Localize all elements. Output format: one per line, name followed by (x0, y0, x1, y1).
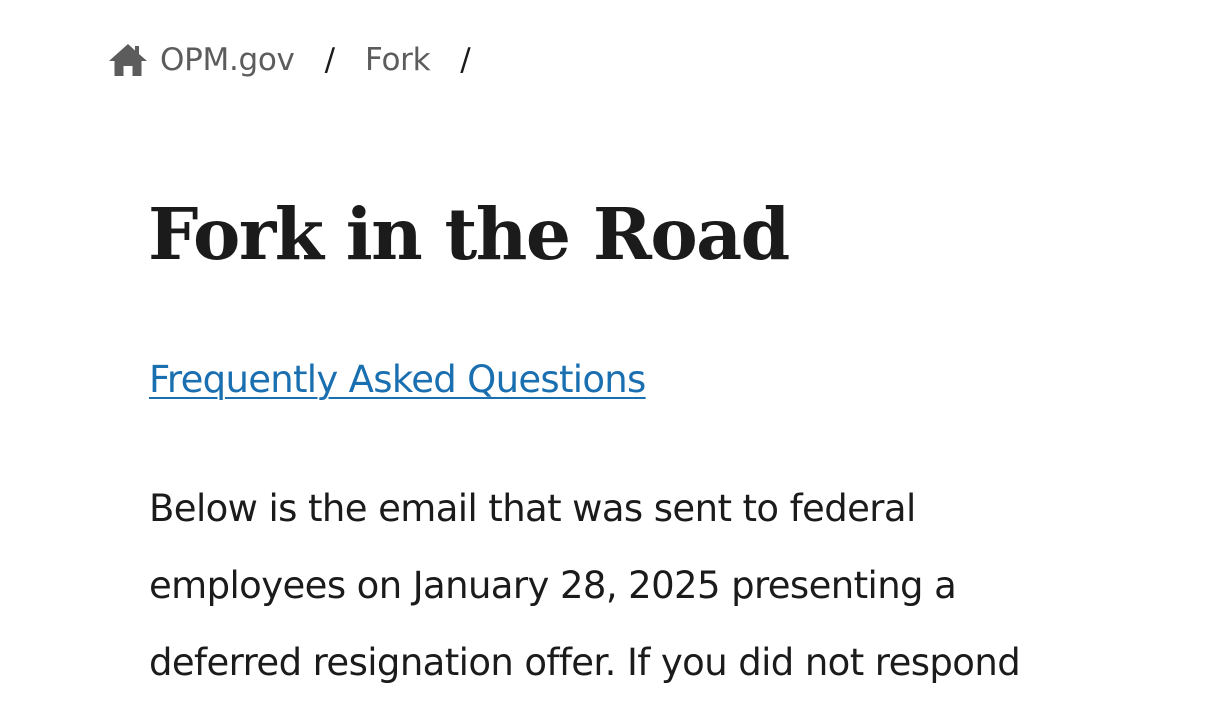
faq-link[interactable]: Frequently Asked Questions (149, 352, 646, 408)
breadcrumb-separator: / (324, 42, 336, 78)
intro-line: Below is the email that was sent to fede… (149, 487, 916, 530)
breadcrumb-link-fork[interactable]: Fork (365, 42, 431, 78)
intro-line: employees on January 28, 2025 presenting… (149, 564, 957, 607)
breadcrumb-separator: / (460, 42, 471, 78)
home-icon[interactable] (107, 42, 149, 78)
intro-line: deferred resignation offer. If you did n… (149, 641, 1021, 684)
breadcrumb: OPM.gov / Fork / (107, 36, 471, 84)
breadcrumb-link-opm[interactable]: OPM.gov (160, 42, 295, 78)
intro-paragraph: Below is the email that was sent to fede… (149, 470, 1209, 701)
page-title: Fork in the Road (148, 192, 790, 276)
